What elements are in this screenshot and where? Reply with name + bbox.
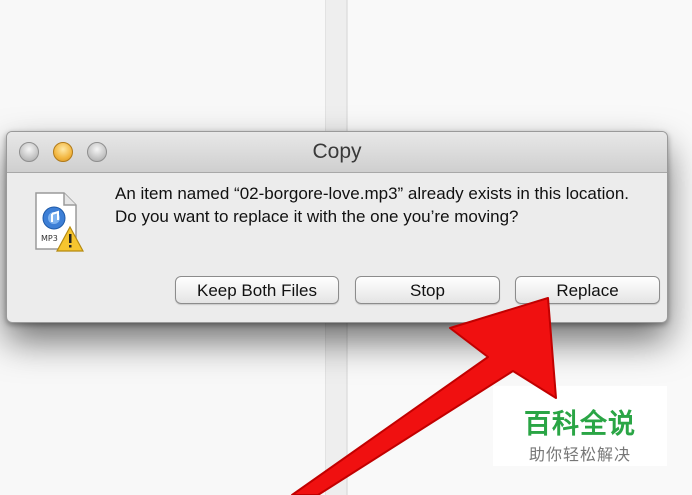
watermark: 百科全说 助你轻松解决 (493, 386, 667, 466)
watermark-subtitle: 助你轻松解决 (528, 445, 631, 464)
watermark-title: 百科全说 (524, 409, 636, 440)
svg-text:MP3: MP3 (41, 234, 58, 243)
copy-dialog: Copy MP3 An item named “02-borgore-love.… (6, 131, 668, 323)
dialog-message: An item named “02-borgore-love.mp3” alre… (115, 184, 630, 226)
titlebar: Copy (7, 132, 667, 173)
replace-button[interactable]: Replace (515, 276, 660, 304)
window-title: Copy (312, 140, 362, 163)
stop-button[interactable]: Stop (355, 276, 500, 304)
keep-both-files-button[interactable]: Keep Both Files (175, 276, 339, 304)
mp3-file-warning-icon: MP3 (32, 191, 85, 253)
